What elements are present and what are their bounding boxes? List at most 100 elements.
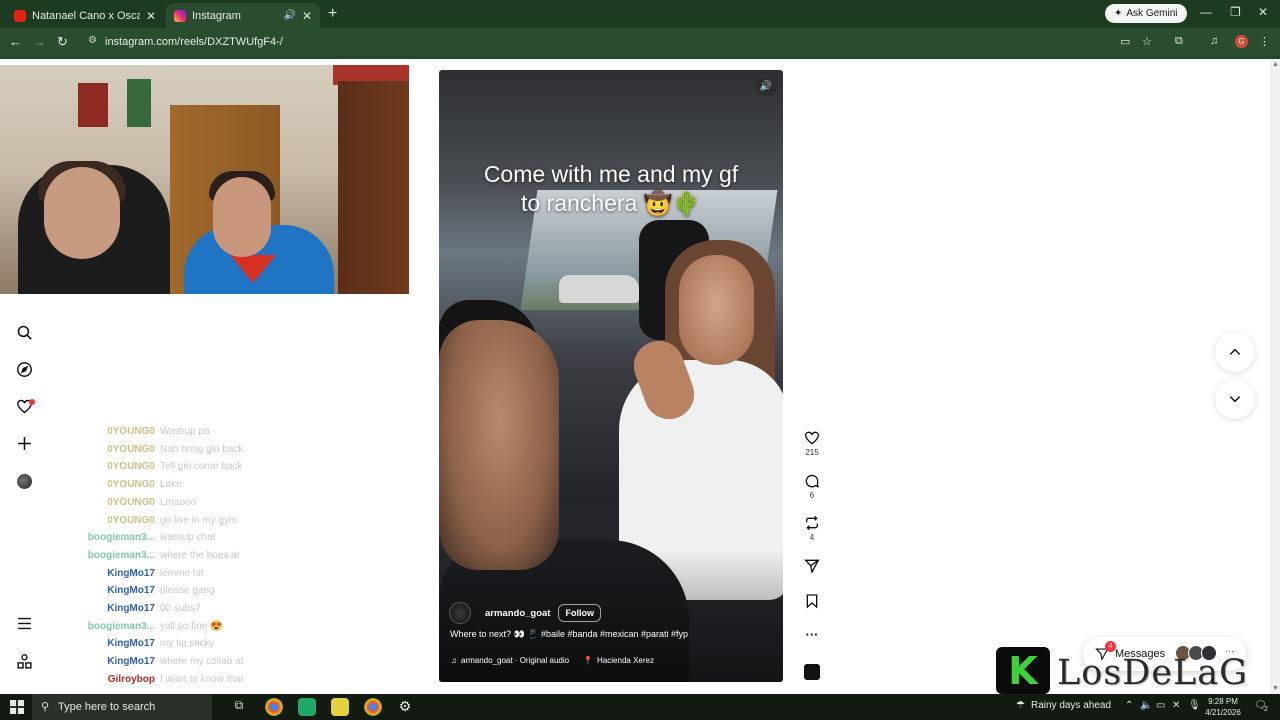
chat-username[interactable]: 0YOUNG0 [0,497,155,515]
audio-link[interactable]: ♫ armando_goat · Original audio [451,656,569,665]
reel-caption-overlay: Come with me and my gf to ranchera 🤠🌵 [439,160,783,218]
channel-logo: K [996,647,1050,694]
mute-toggle-icon[interactable]: 🔊 [755,78,777,96]
repost-button[interactable]: 4 [800,515,824,542]
minimize-icon[interactable]: — [1200,5,1212,19]
chat-username[interactable]: KingMo17 [0,585,155,603]
chat-message: KingMo17 lemme hit [0,568,203,586]
close-window-icon[interactable]: ✕ [1258,5,1268,19]
restore-icon[interactable]: ❐ [1230,5,1241,19]
comment-button[interactable]: 6 [800,473,824,500]
site-info-icon[interactable]: ⚙ [88,35,97,46]
messages-badge: 4 [1105,641,1116,652]
author-avatar[interactable] [449,602,471,624]
chat-username[interactable]: KingMo17 [0,638,155,656]
chrome-icon[interactable] [265,698,283,716]
previous-reel-button[interactable] [1215,332,1255,372]
close-tab-icon[interactable]: ✕ [302,9,312,23]
chat-text: I want to know that [160,673,244,685]
chat-message: 0YOUNG0 Tell gio come back [0,461,242,479]
menu-kebab-icon[interactable]: ⋮ [1259,35,1270,48]
audio-thumbnail[interactable] [804,664,820,680]
search-placeholder: Type here to search [58,701,156,713]
bookmark-star-icon[interactable]: ☆ [1142,35,1152,48]
repost-count: 4 [809,533,815,542]
chat-username[interactable]: KingMo17 [0,568,155,586]
volume-icon[interactable]: 🔈 [1140,700,1152,711]
install-app-icon[interactable]: ▭ [1120,35,1130,48]
search-icon[interactable] [14,322,34,342]
chrome-profile-icon[interactable] [364,698,382,716]
reload-icon[interactable]: ↻ [57,34,68,50]
ask-gemini-button[interactable]: ✦ Ask Gemini [1105,4,1187,23]
media-control-icon[interactable]: ♫ [1210,35,1218,47]
chat-text: Lake [160,479,182,491]
chat-text: Wassup pa [160,426,210,437]
like-button[interactable]: 215 [800,430,824,457]
windows-start-icon[interactable] [10,700,24,714]
mic-muted-icon[interactable]: ✕ [1172,700,1180,711]
extensions-icon[interactable]: ⧉ [1175,35,1183,48]
chat-text: Tell gio come back [160,461,243,473]
instagram-icon [174,9,186,22]
chat-username[interactable]: boogieman3... [0,550,155,568]
system-clock[interactable]: 9:28 PM 4/21/2026 [1198,696,1248,718]
chat-username[interactable]: 0YOUNG0 [0,461,155,479]
chat-username[interactable]: Gilroybop [0,674,155,692]
page-scrollbar[interactable]: ▲ ▼ [1270,59,1280,694]
chat-message: 0YOUNG0 Lmaooo [0,497,196,515]
new-tab-button[interactable]: + [328,5,337,23]
settings-gear-icon[interactable]: ⚙ [396,698,414,716]
tab-youtube[interactable]: Natanael Cano x Oscar Maydon ✕ [6,3,164,28]
chat-username[interactable]: 0YOUNG0 [0,515,155,533]
profile-avatar[interactable]: G [1235,35,1248,48]
reel-meta: ♫ armando_goat · Original audio 📍 Hacien… [451,656,654,665]
taskbar-search[interactable]: ⚲ Type here to search [32,694,212,720]
chat-username[interactable]: 0YOUNG0 [0,444,155,462]
scroll-up-arrow-icon[interactable]: ▲ [1272,61,1279,68]
tab-instagram[interactable]: Instagram 🔊 ✕ [166,3,320,28]
chat-username[interactable]: boogieman3... [0,532,155,550]
next-reel-button[interactable] [1215,379,1255,419]
clock-time: 9:28 PM [1208,697,1238,706]
chat-username[interactable]: KingMo17 [0,603,155,621]
more-options-icon[interactable]: ··· [800,627,824,642]
weather-widget[interactable]: ☂ Rainy days ahead [1016,700,1111,711]
address-bar[interactable]: ⚙ instagram.com/reels/DXZTWUfgF4-/ [80,31,1080,53]
tab-title: Natanael Cano x Oscar Maydon [32,9,140,22]
app-icon-green[interactable] [298,698,316,716]
chat-message: Gilroybop I want to know that [0,673,244,692]
back-icon[interactable]: ← [9,34,22,49]
forward-icon[interactable]: → [33,34,46,49]
explore-compass-icon[interactable] [14,359,34,379]
notification-count: 2 [1264,706,1268,713]
address-toolbar: ← → ↻ ⚙ instagram.com/reels/DXZTWUfgF4-/… [0,28,1280,56]
location-link[interactable]: 📍 Hacienda Xerez [583,656,654,665]
heart-icon [804,431,820,445]
like-count: 215 [805,448,819,457]
rain-cloud-icon: ☂ [1016,700,1025,711]
scroll-down-arrow-icon[interactable]: ▼ [1272,685,1279,692]
speaker-icon[interactable]: 🔊 [283,10,295,21]
chat-text: lemme hit [160,567,204,579]
app-icon-yellow[interactable] [331,698,349,716]
chat-text: yall so fine 😍 [160,620,223,632]
task-view-icon[interactable]: ⧉ [230,698,248,716]
chat-username[interactable]: KingMo17 [0,656,155,674]
tab-title: Instagram [192,9,241,22]
network-icon[interactable]: ▭ [1156,700,1165,711]
save-button[interactable] [800,593,824,609]
close-tab-icon[interactable]: ✕ [146,9,156,23]
share-button[interactable] [800,558,824,574]
streamer-webcam [0,65,409,294]
reel-author: armando_goat Follow [449,602,601,624]
chevron-up-icon [1229,348,1241,355]
chat-username[interactable]: 0YOUNG0 [0,479,155,497]
bookmark-icon [806,594,818,609]
tray-expand-icon[interactable]: ⌃ [1125,700,1133,711]
follow-button[interactable]: Follow [558,604,601,622]
author-username[interactable]: armando_goat [485,608,550,619]
chat-username[interactable]: 0YOUNG0 [0,426,155,444]
reel-video[interactable]: Come with me and my gf to ranchera 🤠🌵 🔊 … [439,70,783,682]
chat-username[interactable]: boogieman3... [0,621,155,639]
